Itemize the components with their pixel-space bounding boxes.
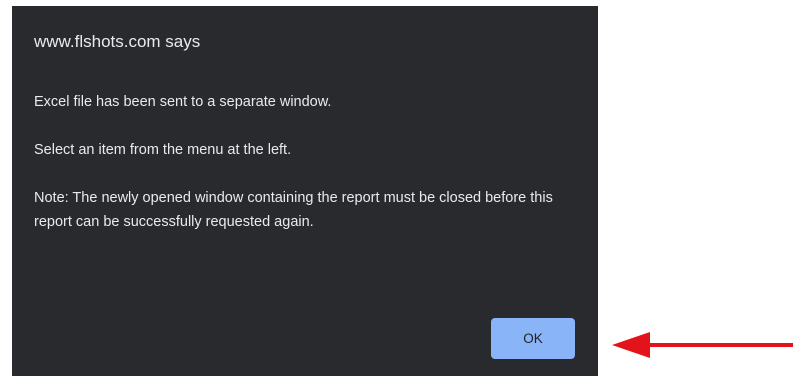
ok-button[interactable]: OK — [491, 318, 575, 359]
red-arrow-left-icon — [612, 332, 793, 358]
message-line-note: Note: The newly opened window containing… — [34, 190, 557, 230]
page-background-edge — [0, 0, 12, 376]
arrow-shaft — [648, 343, 793, 347]
dialog-message: Excel file has been sent to a separate w… — [34, 90, 579, 234]
arrow-head — [612, 332, 650, 358]
dialog-title: www.flshots.com says — [34, 32, 201, 51]
alert-dialog: www.flshots.com says Excel file has been… — [12, 6, 598, 376]
message-line-excel-sent: Excel file has been sent to a separate w… — [34, 94, 332, 110]
message-line-select-item: Select an item from the menu at the left… — [34, 142, 292, 158]
